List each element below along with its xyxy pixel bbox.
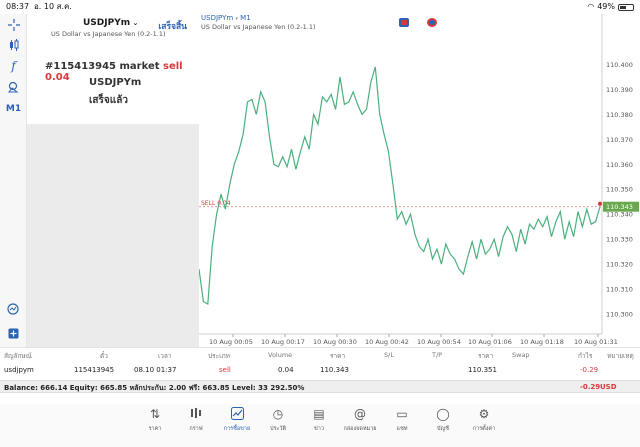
y-tick-label: 110.350 (606, 186, 633, 194)
trade-icon (216, 407, 258, 422)
x-tick-label: 10 Aug 00:54 (417, 338, 461, 346)
y-tick-label: 110.380 (606, 111, 633, 119)
order-result-symbol: USDJPYm (89, 77, 142, 88)
col-swap: Swap (512, 351, 530, 359)
mailbox-icon: @ (354, 407, 366, 421)
col-type: ประเภท (208, 352, 230, 360)
col-price: ราคา (330, 352, 346, 360)
order-result-card: USDJPYm ⌄ US Dollar vs Japanese Yen (0.2… (27, 14, 199, 124)
news-icon: ▤ (313, 407, 325, 421)
nav-news[interactable]: ▤ ข่าว (298, 407, 340, 433)
bottom-nav: ⇅ ราคา กราฟ การซื้อขาย ◷ ประวัติ ▤ ข่าว @ กล… (0, 404, 640, 447)
row-price: 110.343 (320, 366, 349, 374)
y-tick-label: 110.300 (606, 311, 633, 319)
nav-account[interactable]: ◯ บัญชี (422, 407, 464, 433)
trade-table-header: สัญลักษณ์ ตั๋ว เวลา ประเภท Volume ราคา S… (0, 347, 640, 361)
indicator-f-icon[interactable]: f (3, 57, 24, 75)
price-series-line (199, 66, 601, 305)
x-tick-label: 10 Aug 00:30 (313, 338, 357, 346)
price-chart[interactable]: USDJPYm ▾ M1 US Dollar vs Japanese Yen (… (199, 14, 640, 347)
nav-settings[interactable]: ⚙ การตั้งค่า (463, 407, 505, 433)
zoom-chart-icon[interactable] (3, 300, 24, 318)
row-ticket: 115413945 (74, 366, 115, 374)
chat-icon: ▭ (396, 407, 408, 421)
objects-icon[interactable] (3, 78, 24, 96)
chart-toolbar: f M1 (0, 14, 27, 347)
row-profit: -0.29 (580, 366, 599, 374)
order-panel: USDJPYm ⌄ US Dollar vs Japanese Yen (0.2… (27, 14, 199, 347)
crosshair-icon[interactable] (3, 16, 24, 34)
col-symbol: สัญลักษณ์ (4, 352, 32, 360)
y-tick-label: 110.390 (606, 86, 633, 94)
y-tick-label: 110.370 (606, 136, 633, 144)
settings-icon: ⚙ (478, 407, 490, 421)
y-tick-label: 110.360 (606, 161, 633, 169)
last-price-dot (598, 201, 602, 206)
chart-icon (175, 407, 217, 422)
y-tick-label: 110.310 (606, 286, 633, 294)
col-profit: กำไร (578, 352, 593, 360)
wifi-icon: ◠ (587, 2, 595, 11)
price-chart-svg: 110.400 110.390 110.380 110.370 110.360 110.3… (199, 14, 639, 346)
col-sl: S/L (384, 351, 394, 359)
clock: 08:37 (6, 2, 30, 11)
battery-indicator: ◠ 49% (587, 0, 634, 14)
x-tick-label: 10 Aug 00:05 (209, 338, 253, 346)
y-tick-label: 110.320 (606, 261, 633, 269)
nav-quotes[interactable]: ⇅ ราคา (134, 407, 176, 433)
col-tp: T/P (432, 351, 443, 359)
balance-text: Balance: 666.14 Equity: 665.85 หลักประกั… (4, 384, 305, 392)
add-chart-icon[interactable] (3, 324, 24, 342)
status-bar: 08:37 อ. 10 ส.ค. ◠ 49% (0, 0, 640, 14)
x-tick-label: 10 Aug 00:42 (365, 338, 409, 346)
row-volume: 0.04 (278, 366, 294, 374)
chevron-down-icon: ⌄ (130, 19, 139, 27)
col-time: เวลา (158, 352, 172, 360)
row-current-price: 110.351 (468, 366, 497, 374)
profit-currency: USD (600, 383, 617, 391)
history-icon: ◷ (272, 407, 284, 421)
nav-chat[interactable]: ▭ แชท (381, 407, 423, 433)
battery-percent: 49% (597, 2, 615, 11)
nav-mailbox[interactable]: @ กล่องจดหมาย (339, 407, 381, 433)
y-tick-label: 110.400 (606, 61, 633, 69)
current-price-label: 110.343 (606, 203, 633, 211)
symbol-name: USDJPYm (83, 18, 131, 28)
x-tick-label: 10 Aug 01:31 (574, 338, 618, 346)
col-volume: Volume (268, 351, 293, 359)
battery-icon (618, 3, 634, 11)
x-tick-label: 10 Aug 01:18 (520, 338, 564, 346)
x-tick-label: 10 Aug 00:17 (261, 338, 305, 346)
col-current-price: ราคา (478, 352, 494, 360)
table-row[interactable]: usdjpym 115413945 08.10 01:37 sell 0.04 … (0, 362, 640, 378)
nav-history[interactable]: ◷ ประวัติ (257, 407, 299, 433)
balance-summary: Balance: 666.14 Equity: 665.85 หลักประกั… (0, 380, 640, 393)
account-icon: ◯ (436, 407, 450, 421)
date: อ. 10 ส.ค. (34, 2, 72, 11)
row-symbol: usdjpym (4, 366, 34, 374)
done-button[interactable]: เสร็จสิ้น (158, 19, 187, 33)
y-tick-label: 110.340 (606, 211, 633, 219)
nav-chart[interactable]: กราฟ (175, 407, 217, 433)
row-type: sell (219, 366, 231, 374)
row-time: 08.10 01:37 (134, 366, 177, 374)
candlestick-icon[interactable] (3, 36, 24, 54)
nav-trade[interactable]: การซื้อขาย (216, 407, 258, 433)
symbol-description: US Dollar vs Japanese Yen (0.2-1.1) (51, 30, 166, 38)
symbol-selector[interactable]: USDJPYm ⌄ (83, 18, 138, 28)
col-comment: หมายเหตุ (607, 352, 634, 360)
y-tick-label: 110.330 (606, 236, 633, 244)
timeframe-button[interactable]: M1 (3, 100, 24, 118)
col-ticket: ตั๋ว (100, 352, 108, 360)
order-ticket: #115413945 market (45, 61, 160, 72)
order-result-status: เสร็จแล้ว (89, 95, 128, 106)
x-tick-label: 10 Aug 01:06 (468, 338, 512, 346)
total-profit: -0.29 (580, 383, 601, 391)
quotes-icon: ⇅ (149, 407, 161, 421)
